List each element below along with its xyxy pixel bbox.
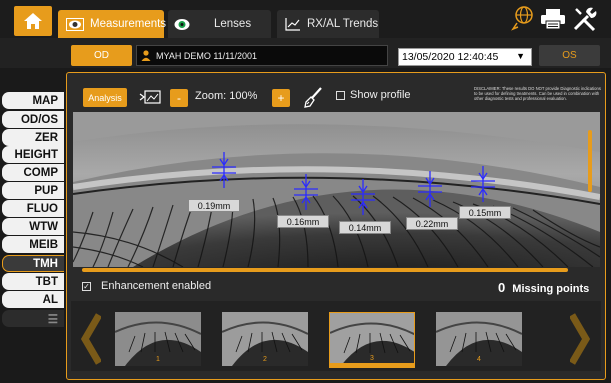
measurement-label: 0.14mm [339,221,391,234]
patient-name: MYAH DEMO 11/11/2001 [156,50,258,61]
tab-lenses-label: Lenses [214,18,252,30]
home-icon [24,13,42,29]
image-adjust-icon[interactable] [139,90,161,110]
nav-item-height[interactable]: HEIGHT [2,146,64,163]
selected-thumbnail-indicator [329,363,415,368]
os-button[interactable]: OS [539,45,600,66]
thumbnail-number: 3 [370,355,374,362]
eye-image[interactable]: 0.19mm 0.16mm 0.14mm 0.22mm 0.15mm [73,112,600,267]
missing-count: 0 [498,280,506,295]
measurements-icon [66,17,84,31]
tab-trends[interactable]: RX/AL Trends [277,10,379,38]
thumbnail-1[interactable]: 1 [115,312,201,366]
nav-item-od-os[interactable]: OD/OS [2,111,64,128]
measurement-label: 0.22mm [406,217,458,230]
measurement-label: 0.15mm [459,206,511,219]
nav-item-meib[interactable]: MEIB [2,236,64,253]
thumbnail-3[interactable]: 3 [329,312,415,366]
measurement-label: 0.19mm [188,199,240,212]
nav-item-wtw[interactable]: WTW [2,218,64,235]
tab-lenses[interactable]: Lenses [168,10,271,38]
chevron-right-icon[interactable] [568,313,591,365]
nav-item-al[interactable]: AL [2,291,64,308]
zoom-level: Zoom: 100% [195,90,258,102]
nav-item-zer[interactable]: ZER [2,129,64,146]
tab-trends-label: RX/AL Trends [307,18,379,30]
user-icon [141,50,151,61]
nav-item-tbt[interactable]: TBT [2,273,64,290]
nav-item-pup[interactable]: PUP [2,182,64,199]
thumbnail-number: 1 [156,356,160,363]
globe-icon[interactable] [510,4,534,37]
home-button[interactable] [14,6,52,36]
show-profile-checkbox[interactable] [336,90,345,100]
trends-icon [285,17,301,31]
nav-item-fluo[interactable]: FLUO [2,200,64,217]
disclaimer-text: DISCLAIMER: These results DO NOT provide… [474,86,601,101]
analysis-button[interactable]: Analysis [83,88,127,107]
chevron-left-icon[interactable] [80,313,103,365]
missing-label: Missing points [512,283,590,295]
thumbnail-number: 2 [263,356,267,363]
tools-icon[interactable] [572,6,598,37]
chevron-down-icon: ▼ [516,51,525,61]
patient-info: MYAH DEMO 11/11/2001 [136,45,388,66]
vertical-scrollbar[interactable] [588,130,592,192]
nav-item-map[interactable]: MAP [2,92,64,109]
thumbnail-number: 4 [477,356,481,363]
printer-icon[interactable] [540,8,566,35]
tab-measurements[interactable]: Measurements [58,10,167,38]
measurement-label: 0.16mm [277,215,329,228]
show-profile-toggle[interactable]: Show profile [336,89,411,101]
enhancement-toggle[interactable]: ✓ Enhancement enabled [82,280,211,292]
zoom-in-button[interactable]: + [272,89,290,107]
od-button[interactable]: OD [71,45,132,66]
brush-icon[interactable] [303,86,323,113]
zoom-out-button[interactable]: - [170,89,188,107]
nav-item-tmh[interactable]: TMH [2,255,64,272]
show-profile-label: Show profile [350,89,411,101]
missing-points: 0 Missing points [498,280,589,295]
nav-item-comp[interactable]: COMP [2,164,64,181]
horizontal-scrollbar[interactable] [82,268,568,272]
enhancement-label: Enhancement enabled [101,280,212,292]
thumbnail-4[interactable]: 4 [436,312,522,366]
list-icon[interactable]: ☰ [2,310,64,327]
enhancement-checkbox[interactable]: ✓ [82,281,91,291]
tab-measurements-label: Measurements [90,18,167,30]
thumbnail-2[interactable]: 2 [222,312,308,366]
exam-date-select[interactable]: 13/05/2020 12:40:45 ▼ [398,48,532,66]
exam-date-value: 13/05/2020 12:40:45 [402,51,499,63]
lenses-icon [174,18,190,31]
